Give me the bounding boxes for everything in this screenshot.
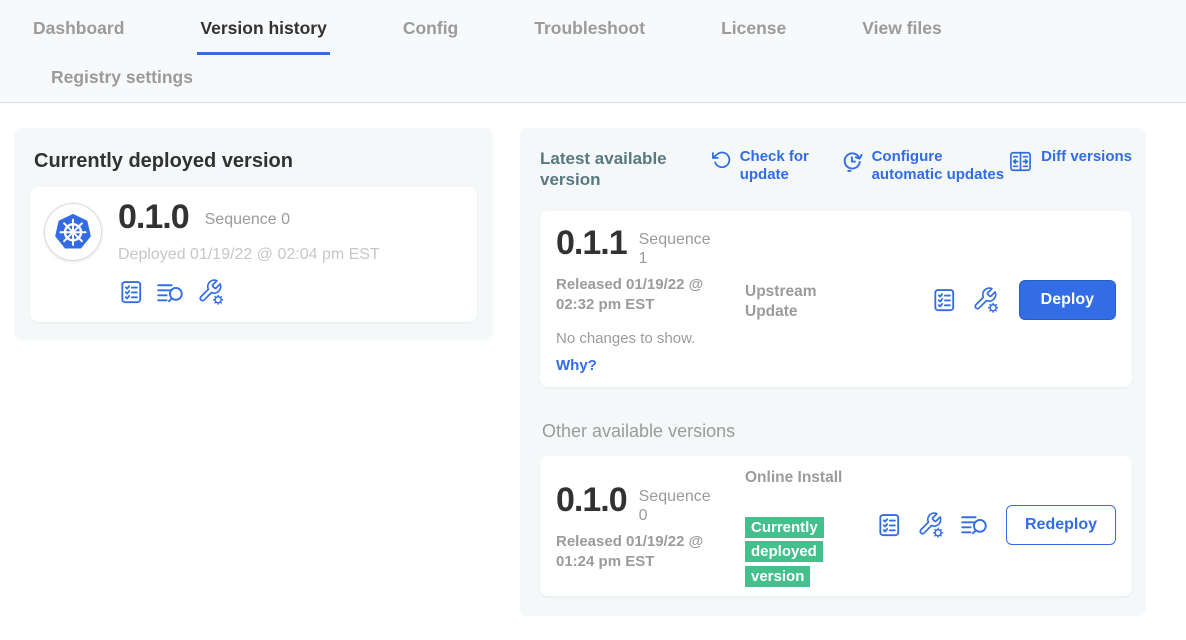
top-navigation: Dashboard Version history Config Trouble… (0, 0, 1186, 103)
deploy-logs-icon[interactable] (960, 511, 989, 538)
deploy-button[interactable]: Deploy (1019, 280, 1116, 320)
deploy-logs-icon[interactable] (156, 279, 185, 306)
version-number: 0.1.0 (556, 482, 627, 525)
version-history-page: Currently deployed version 0.1.0 Sequenc… (0, 103, 1186, 616)
edit-config-icon[interactable] (197, 278, 225, 306)
refresh-arrow-icon (711, 149, 732, 184)
other-version-card: 0.1.0 Sequence 0 Released 01/19/22 @ 01:… (540, 456, 1132, 596)
changes-note: No changes to show. (556, 330, 1118, 347)
diff-versions-link[interactable]: Diff versions (1008, 148, 1132, 174)
diff-versions-label: Diff versions (1041, 148, 1132, 174)
deployed-version-card: 0.1.0 Sequence 0 Deployed 01/19/22 @ 02:… (30, 187, 477, 322)
edit-config-icon[interactable] (917, 511, 945, 539)
configure-automatic-updates-label: Configure automatic updates (872, 148, 1007, 184)
scheduled-update-icon (840, 149, 864, 184)
preflight-checks-icon[interactable] (931, 287, 957, 313)
why-link[interactable]: Why? (556, 357, 598, 374)
latest-version-actions: Deploy (931, 280, 1116, 320)
edit-config-icon[interactable] (972, 286, 1000, 314)
kubernetes-logo-icon (52, 211, 94, 253)
tab-dashboard[interactable]: Dashboard (30, 16, 127, 52)
preflight-checks-icon[interactable] (876, 512, 902, 538)
nav-tabs-row: Dashboard Version history Config Trouble… (30, 16, 1186, 55)
preflight-checks-icon[interactable] (118, 279, 144, 305)
tab-troubleshoot[interactable]: Troubleshoot (531, 16, 648, 52)
deployed-timestamp: Deployed 01/19/22 @ 02:04 pm EST (118, 246, 380, 264)
sequence-label: Sequence 1 (639, 230, 719, 268)
nav-tabs-row-2: Registry settings (30, 55, 1186, 102)
tab-view-files[interactable]: View files (859, 16, 944, 52)
released-timestamp: Released 01/19/22 @ 01:24 pm EST (556, 532, 730, 573)
tab-registry-settings[interactable]: Registry settings (48, 65, 196, 88)
version-number: 0.1.1 (556, 225, 627, 268)
panel-title: Currently deployed version (34, 150, 477, 173)
latest-version-card: 0.1.1 Sequence 1 Released 01/19/22 @ 02:… (540, 211, 1132, 387)
tab-config[interactable]: Config (400, 16, 461, 52)
available-versions-panel: Latest available version Check for updat… (520, 128, 1146, 616)
version-source: Online Install (745, 468, 870, 488)
available-versions-header: Latest available version Check for updat… (540, 148, 1132, 191)
released-timestamp: Released 01/19/22 @ 02:32 pm EST (556, 275, 730, 316)
tab-license[interactable]: License (718, 16, 789, 52)
check-for-update-label: Check for update (740, 148, 840, 184)
other-available-versions-title: Other available versions (542, 421, 1132, 442)
latest-available-title: Latest available version (540, 148, 691, 191)
app-icon-circle (44, 203, 102, 261)
configure-automatic-updates-link[interactable]: Configure automatic updates (840, 148, 1007, 184)
version-source: Upstream Update (745, 282, 870, 322)
sequence-label: Sequence 0 (639, 487, 719, 525)
redeploy-button[interactable]: Redeploy (1006, 505, 1116, 545)
deployed-version-actions (118, 278, 380, 306)
other-version-actions: Redeploy (876, 505, 1116, 545)
check-for-update-link[interactable]: Check for update (711, 148, 840, 184)
currently-deployed-badge: Currently deployed version (745, 517, 824, 588)
tab-version-history[interactable]: Version history (197, 16, 329, 55)
deployed-version-info: 0.1.0 Sequence 0 Deployed 01/19/22 @ 02:… (118, 199, 380, 306)
currently-deployed-badge-wrap: Currently deployed version (745, 516, 831, 590)
version-number: 0.1.0 (118, 199, 189, 236)
diff-columns-icon (1008, 149, 1033, 174)
currently-deployed-panel: Currently deployed version 0.1.0 Sequenc… (14, 128, 493, 340)
sequence-label: Sequence 0 (205, 211, 290, 229)
